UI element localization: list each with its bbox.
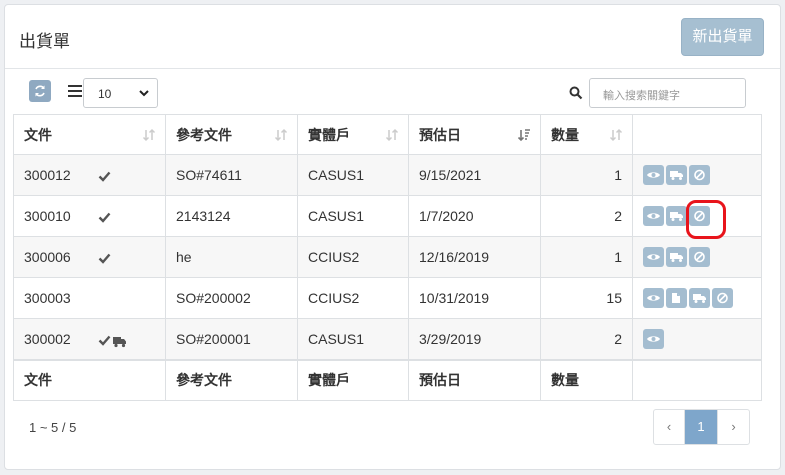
list-icon (68, 85, 82, 97)
view-button[interactable] (643, 206, 664, 226)
panel-header: 出貨單 新出貨單 (5, 5, 780, 69)
check-icon (98, 252, 111, 267)
footer-label-actions (632, 358, 762, 401)
shipment-table: 文件 參考文件 實體戶 預估日 數量 300012 SO#74611 CASUS1 9… (13, 114, 762, 401)
pagination: ‹ 1 › (653, 409, 750, 445)
cell-date: 3/29/2019 (408, 318, 541, 360)
cell-ref: SO#200001 (165, 318, 298, 360)
next-page-button[interactable]: › (718, 410, 749, 444)
truck-icon (112, 335, 127, 351)
view-button[interactable] (643, 247, 664, 267)
truck-button[interactable] (689, 288, 710, 308)
search-icon (569, 86, 583, 100)
cell-doc: 300006 (13, 236, 166, 278)
column-header-actions (632, 114, 762, 155)
cell-date: 9/15/2021 (408, 154, 541, 196)
page-1-button[interactable]: 1 (685, 410, 718, 444)
footer-label-ref: 參考文件 (165, 358, 298, 401)
sort-icon (142, 128, 156, 142)
check-icon (98, 170, 111, 185)
cancel-button[interactable] (712, 288, 733, 308)
sort-icon (274, 128, 288, 142)
column-header-doc[interactable]: 文件 (13, 114, 166, 155)
table-toolbar: 10 輸入搜索關鍵字 (0, 64, 785, 116)
cell-doc: 300002 (13, 318, 166, 360)
refresh-button[interactable] (29, 80, 51, 102)
view-button[interactable] (643, 288, 664, 308)
page-size-value: 10 (98, 87, 112, 101)
refresh-icon (35, 85, 45, 97)
sort-icon (609, 128, 623, 142)
footer-label-entity: 實體戶 (297, 358, 409, 401)
cell-date: 10/31/2019 (408, 277, 541, 319)
column-header-entity[interactable]: 實體戶 (297, 114, 409, 155)
table-row[interactable]: 300002 SO#200001 CASUS1 3/29/2019 2 (13, 318, 762, 360)
cell-actions (632, 154, 762, 196)
cell-ref: he (165, 236, 298, 278)
pagination-info: 1 ~ 5 / 5 (29, 420, 77, 435)
cell-qty: 2 (540, 195, 633, 237)
copy-button[interactable] (666, 288, 687, 308)
page-title: 出貨單 (19, 32, 70, 51)
footer-label-date: 預估日 (408, 358, 541, 401)
cell-entity: CASUS1 (297, 195, 409, 237)
cell-qty: 1 (540, 154, 633, 196)
cell-actions (632, 318, 762, 360)
cell-entity: CCIUS2 (297, 277, 409, 319)
cell-date: 1/7/2020 (408, 195, 541, 237)
footer-label-qty: 數量 (540, 358, 633, 401)
cell-ref: 2143124 (165, 195, 298, 237)
cell-doc: 300003 (13, 277, 166, 319)
search-input[interactable]: 輸入搜索關鍵字 (589, 78, 746, 108)
cell-entity: CCIUS2 (297, 236, 409, 278)
column-header-qty[interactable]: 數量 (540, 114, 633, 155)
cell-doc: 300010 (13, 195, 166, 237)
chevron-down-icon (139, 90, 149, 97)
cell-qty: 1 (540, 236, 633, 278)
cancel-button[interactable] (689, 165, 710, 185)
check-icon (98, 334, 111, 349)
truck-button[interactable] (666, 247, 687, 267)
check-icon (98, 211, 111, 226)
cell-actions (632, 277, 762, 319)
cancel-button[interactable] (689, 247, 710, 267)
view-button[interactable] (643, 165, 664, 185)
cell-actions (632, 236, 762, 278)
view-button[interactable] (643, 328, 664, 349)
page-size-select[interactable]: 10 (83, 78, 158, 108)
cell-qty: 2 (540, 318, 633, 360)
footer-label-doc: 文件 (13, 358, 166, 401)
table-row[interactable]: 300010 2143124 CASUS1 1/7/2020 2 (13, 195, 762, 237)
table-row[interactable]: 300006 he CCIUS2 12/16/2019 1 (13, 236, 762, 278)
column-header-ref[interactable]: 參考文件 (165, 114, 298, 155)
table-header-row: 文件 參考文件 實體戶 預估日 數量 (13, 114, 762, 155)
truck-button[interactable] (666, 165, 687, 185)
table-row[interactable]: 300012 SO#74611 CASUS1 9/15/2021 1 (13, 154, 762, 196)
table-footer-row: 文件 參考文件 實體戶 預估日 數量 (13, 358, 762, 401)
cell-qty: 15 (540, 277, 633, 319)
cell-entity: CASUS1 (297, 154, 409, 196)
table-row[interactable]: 300003 SO#200002 CCIUS2 10/31/2019 15 (13, 277, 762, 319)
cell-doc: 300012 (13, 154, 166, 196)
prev-page-button[interactable]: ‹ (654, 410, 685, 444)
new-shipment-button[interactable]: 新出貨單 (681, 18, 764, 56)
highlight-annotation (686, 200, 726, 239)
cell-ref: SO#74611 (165, 154, 298, 196)
sort-icon (385, 128, 399, 142)
cell-date: 12/16/2019 (408, 236, 541, 278)
sort-desc-icon (517, 129, 530, 142)
truck-button[interactable] (666, 206, 687, 226)
column-header-date[interactable]: 預估日 (408, 114, 541, 155)
cell-ref: SO#200002 (165, 277, 298, 319)
cell-entity: CASUS1 (297, 318, 409, 360)
